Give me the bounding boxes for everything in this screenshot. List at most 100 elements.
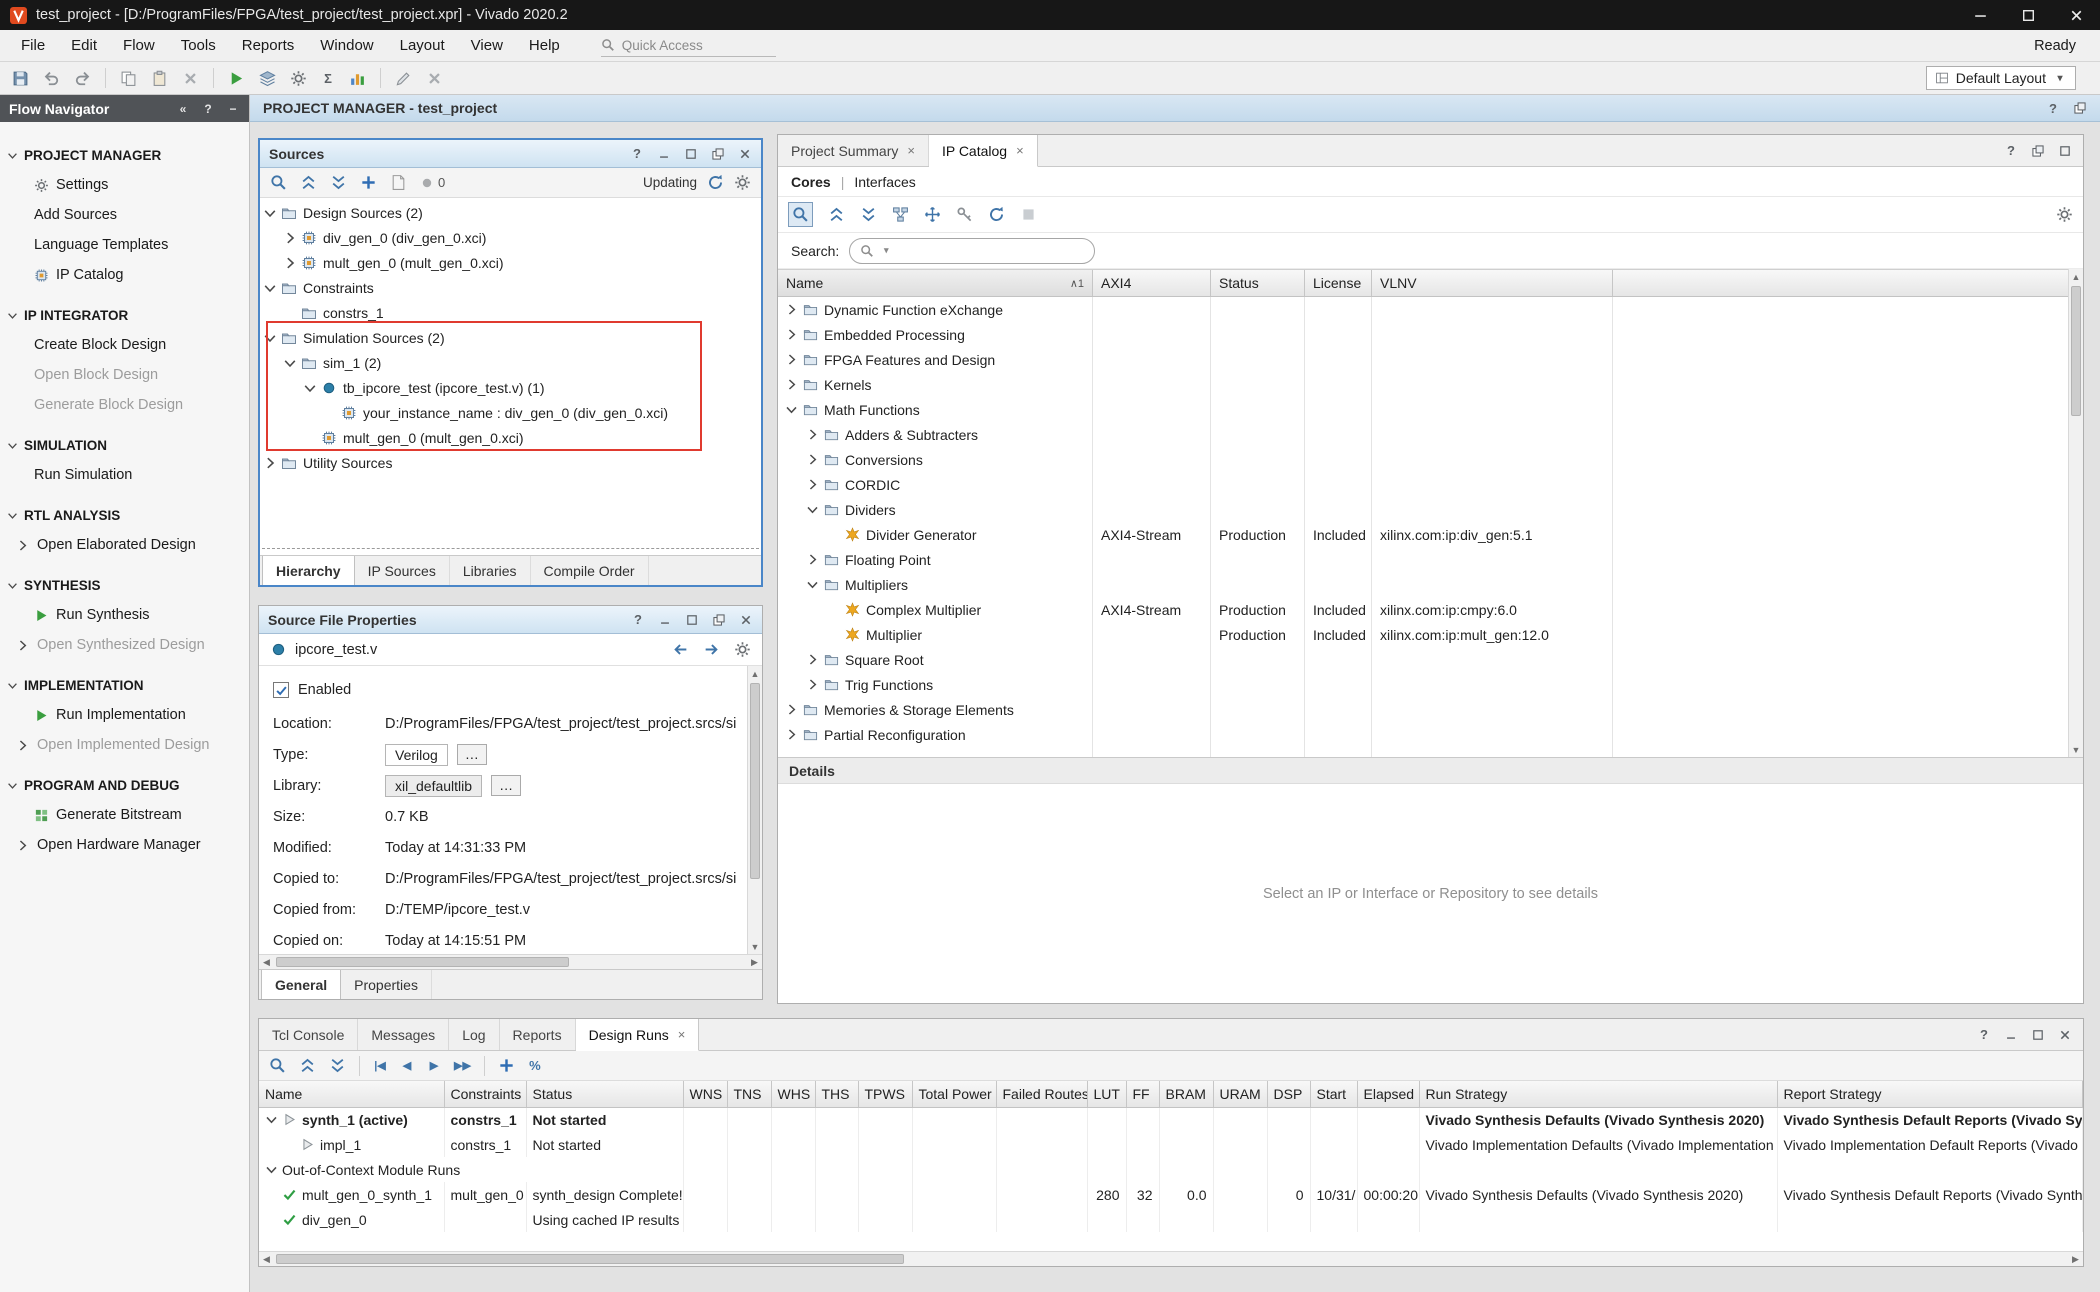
catalog-row-fpga-features-and-design[interactable]: FPGA Features and Design	[778, 347, 2083, 372]
tree-expander[interactable]	[786, 702, 803, 717]
tree-expander-icon[interactable]	[784, 727, 799, 742]
subnav-cores[interactable]: Cores	[791, 174, 831, 190]
tree-expander-icon[interactable]	[784, 702, 799, 717]
save-project-icon[interactable]	[12, 70, 29, 87]
tree-expander[interactable]	[807, 502, 824, 517]
section-chevron-icon[interactable]	[6, 149, 19, 162]
close-tab-icon[interactable]: ×	[907, 143, 915, 158]
catalog-row-dividers[interactable]: Dividers	[778, 497, 2083, 522]
column-header-run-strategy[interactable]: Run Strategy	[1419, 1081, 1777, 1107]
expand-icon[interactable]	[15, 538, 30, 553]
column-header-uram[interactable]: URAM	[1213, 1081, 1267, 1107]
tree-expander[interactable]	[264, 205, 281, 221]
step-to-start-icon[interactable]: |◀	[373, 1057, 387, 1074]
maximize-icon[interactable]	[2058, 144, 2072, 158]
float-icon[interactable]	[711, 147, 725, 161]
section-chevron-icon[interactable]	[6, 679, 19, 692]
column-header-elapsed[interactable]: Elapsed	[1357, 1081, 1419, 1107]
tree-expander-icon[interactable]	[282, 230, 298, 246]
add-sources-icon[interactable]	[360, 174, 377, 191]
tab-reports[interactable]: Reports	[500, 1019, 576, 1050]
catalog-vertical-scrollbar[interactable]: ▲ ▼	[2068, 269, 2083, 757]
expand-all-icon[interactable]	[330, 174, 347, 191]
nav-item-run-simulation[interactable]: Run Simulation	[0, 460, 249, 490]
expand-icon[interactable]	[15, 738, 30, 753]
catalog-row-adders-subtracters[interactable]: Adders & Subtracters	[778, 422, 2083, 447]
run-step-icon[interactable]: ▶	[427, 1057, 441, 1074]
column-header-constraints[interactable]: Constraints	[444, 1081, 526, 1107]
scrollbar-thumb[interactable]	[276, 1254, 904, 1264]
maximize-icon[interactable]	[684, 147, 698, 161]
tab-compile-order[interactable]: Compile Order	[531, 556, 649, 585]
tree-expander-icon[interactable]	[784, 302, 799, 317]
nav-item-add-sources[interactable]: Add Sources	[0, 200, 249, 230]
nav-item-generate-bitstream[interactable]: Generate Bitstream	[0, 800, 249, 830]
help-icon[interactable]: ?	[2004, 144, 2018, 158]
column-header-status[interactable]: Status	[1211, 270, 1305, 296]
window-maximize-button[interactable]	[2004, 0, 2052, 30]
tree-expander-icon[interactable]	[784, 402, 799, 417]
close-tab-icon[interactable]: ×	[678, 1027, 686, 1042]
run-icon[interactable]	[228, 70, 245, 87]
section-chevron-icon[interactable]	[6, 779, 19, 792]
nav-item-open-hardware-manager[interactable]: Open Hardware Manager	[0, 830, 249, 860]
tree-item-div-gen-0[interactable]: div_gen_0 (div_gen_0.xci)	[260, 225, 761, 250]
column-header-tns[interactable]: TNS	[727, 1081, 771, 1107]
nav-section-project-manager[interactable]: PROJECT MANAGER	[0, 140, 249, 170]
tab-messages[interactable]: Messages	[358, 1019, 449, 1050]
scroll-down-icon[interactable]: ▼	[748, 939, 763, 954]
search-icon[interactable]	[270, 174, 287, 191]
nav-item-generate-block-design[interactable]: Generate Block Design	[0, 390, 249, 420]
catalog-row-floating-point[interactable]: Floating Point	[778, 547, 2083, 572]
column-header-ths[interactable]: THS	[815, 1081, 858, 1107]
step-to-end-icon[interactable]: ▶▶	[454, 1057, 471, 1074]
run-row-impl-1[interactable]: impl_1constrs_1Not startedVivado Impleme…	[259, 1132, 2083, 1157]
tree-item-your-instance-name-div-gen-0[interactable]: your_instance_name : div_gen_0 (div_gen_…	[260, 400, 761, 425]
tree-expander-icon[interactable]	[805, 477, 820, 492]
expand-icon[interactable]	[15, 838, 30, 853]
tree-expander[interactable]	[807, 577, 824, 592]
help-icon[interactable]: ?	[1977, 1028, 1991, 1042]
tree-item-simulation-sources[interactable]: Simulation Sources (2)	[260, 325, 761, 350]
tree-expander[interactable]	[264, 455, 281, 471]
catalog-row-conversions[interactable]: Conversions	[778, 447, 2083, 472]
catalog-row-multipliers[interactable]: Multipliers	[778, 572, 2083, 597]
runs-horizontal-scrollbar[interactable]: ◀ ▶	[259, 1251, 2083, 1266]
nav-section-rtl-analysis[interactable]: RTL ANALYSIS	[0, 500, 249, 530]
paste-icon[interactable]	[151, 70, 168, 87]
refresh-icon[interactable]	[988, 206, 1005, 223]
tree-expander-icon[interactable]	[784, 377, 799, 392]
nav-item-settings[interactable]: Settings	[0, 170, 249, 200]
catalog-row-complex-multiplier[interactable]: Complex MultiplierAXI4-StreamProductionI…	[778, 597, 2083, 622]
nav-item-language-templates[interactable]: Language Templates	[0, 230, 249, 260]
run-row-synth-1-active[interactable]: synth_1 (active)constrs_1Not startedViva…	[259, 1107, 2083, 1132]
collapse-all-icon[interactable]	[300, 174, 317, 191]
catalog-row-math-functions[interactable]: Math Functions	[778, 397, 2083, 422]
tree-item-sim-1[interactable]: sim_1 (2)	[260, 350, 761, 375]
layers-icon[interactable]	[259, 70, 276, 87]
scroll-right-icon[interactable]: ▶	[2068, 1252, 2083, 1267]
help-icon[interactable]: ?	[631, 613, 645, 627]
property-value-editor[interactable]: xil_defaultlib	[385, 775, 482, 797]
tab-hierarchy[interactable]: Hierarchy	[262, 556, 355, 585]
column-header-total-power[interactable]: Total Power	[912, 1081, 996, 1107]
settings-icon[interactable]	[734, 641, 751, 658]
catalog-row-multiplier[interactable]: MultiplierProductionIncludedxilinx.com:i…	[778, 622, 2083, 647]
catalog-row-trig-functions[interactable]: Trig Functions	[778, 672, 2083, 697]
minimize-icon[interactable]: −	[226, 100, 240, 117]
catalog-row-kernels[interactable]: Kernels	[778, 372, 2083, 397]
menu-view[interactable]: View	[458, 37, 516, 54]
tree-expander[interactable]	[304, 380, 321, 396]
catalog-row-embedded-processing[interactable]: Embedded Processing	[778, 322, 2083, 347]
tree-expander[interactable]	[284, 230, 301, 246]
browse-button[interactable]: …	[457, 744, 487, 765]
section-chevron-icon[interactable]	[6, 309, 19, 322]
browse-button[interactable]: …	[491, 775, 521, 796]
tree-expander[interactable]	[807, 427, 824, 442]
section-chevron-icon[interactable]	[6, 439, 19, 452]
tree-item-mult-gen-0[interactable]: mult_gen_0 (mult_gen_0.xci)	[260, 250, 761, 275]
back-icon[interactable]	[672, 641, 689, 658]
column-header-ff[interactable]: FF	[1126, 1081, 1159, 1107]
scroll-right-icon[interactable]: ▶	[747, 955, 762, 970]
nav-item-open-elaborated-design[interactable]: Open Elaborated Design	[0, 530, 249, 560]
